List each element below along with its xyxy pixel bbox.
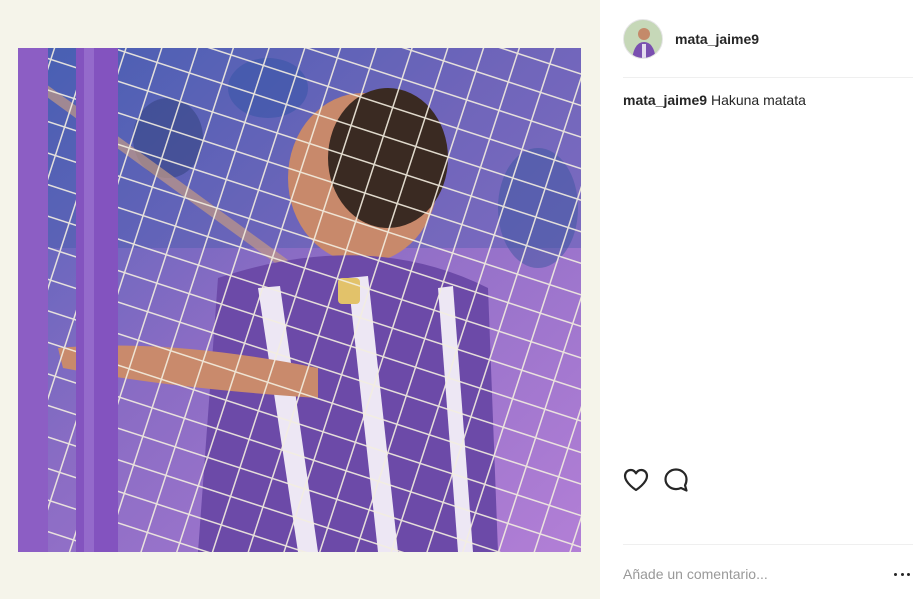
instagram-post: mata_jaime9 mata_jaime9 Hakuna matata — [0, 0, 913, 599]
caption: mata_jaime9 Hakuna matata — [623, 91, 806, 109]
header-divider — [623, 77, 913, 78]
media-pane — [0, 0, 600, 599]
action-bar — [623, 467, 703, 493]
avatar-image — [624, 20, 662, 58]
post-photo[interactable] — [18, 48, 581, 552]
more-dot-icon — [894, 572, 897, 576]
comment-button[interactable] — [663, 467, 689, 493]
more-dot-icon — [907, 572, 910, 576]
heart-icon — [623, 468, 649, 492]
more-options-button[interactable] — [894, 566, 910, 582]
comment-bubble-icon — [664, 468, 688, 492]
comment-divider — [623, 544, 913, 545]
like-button[interactable] — [623, 467, 649, 493]
username-link[interactable]: mata_jaime9 — [675, 31, 759, 47]
post-sidebar: mata_jaime9 mata_jaime9 Hakuna matata — [600, 0, 913, 599]
caption-username-link[interactable]: mata_jaime9 — [623, 92, 707, 108]
comment-box — [623, 560, 913, 588]
more-dot-icon — [900, 572, 904, 576]
comment-input[interactable] — [623, 566, 873, 582]
post-header: mata_jaime9 — [623, 18, 759, 60]
post-photo-illustration — [18, 48, 581, 552]
avatar[interactable] — [623, 19, 663, 59]
caption-text: Hakuna matata — [710, 92, 806, 108]
